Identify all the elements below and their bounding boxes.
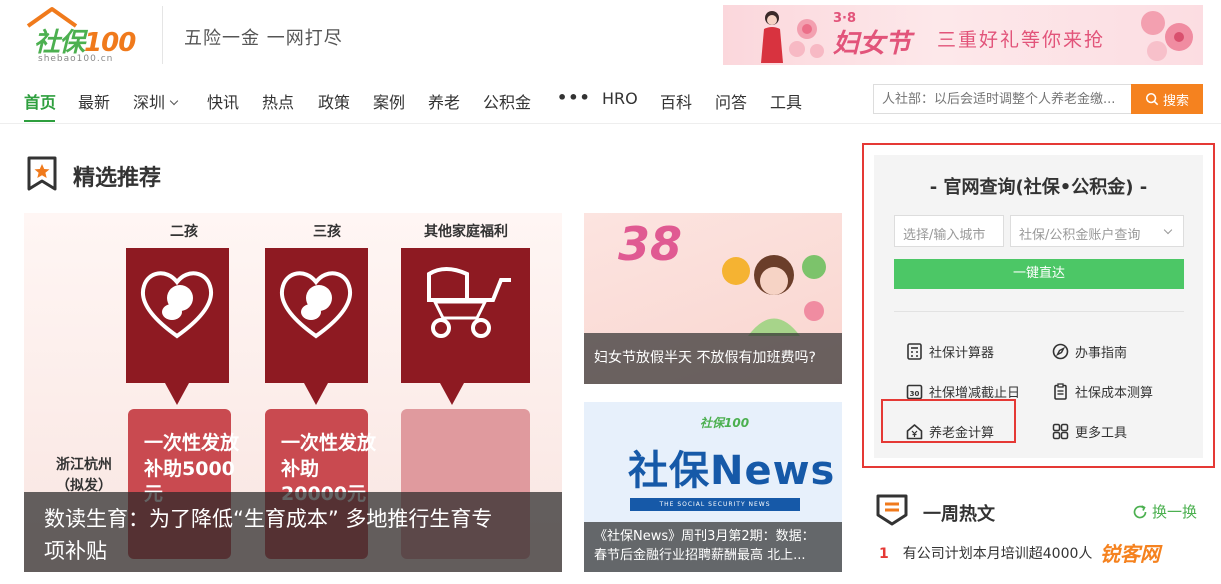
pension-calculator-highlight (881, 399, 1016, 443)
nav-item-flash[interactable]: 快讯 (207, 89, 239, 113)
site-logo[interactable]: 社保100 shebao100.cn (24, 6, 136, 64)
news-subtitle-bar: THE SOCIAL SECURITY NEWS (630, 498, 800, 511)
tool-cost-estimate[interactable]: 社保成本测算 (1052, 382, 1153, 401)
bookmark-star-icon (27, 156, 57, 191)
nav-item-city[interactable]: 深圳 (133, 89, 179, 113)
go-direct-button[interactable]: 一键直达 (894, 259, 1184, 289)
stroller-panel (401, 248, 530, 405)
nav-item-qa[interactable]: 问答 (715, 89, 747, 113)
compass-icon (1052, 343, 1069, 360)
nav-city-label: 深圳 (133, 93, 166, 112)
flower-icon (789, 19, 824, 58)
city-input[interactable]: 选择/输入城市 (894, 215, 1004, 247)
search-button-label: 搜索 (1162, 93, 1189, 109)
logo-domain: shebao100.cn (38, 54, 114, 64)
header: 社保100 shebao100.cn 五险一金 一网打尽 3·8 妇女节 三重好… (0, 0, 1221, 72)
section-title: 精选推荐 (73, 166, 162, 191)
stroller-icon (427, 267, 511, 338)
refresh-label: 换一换 (1152, 503, 1198, 521)
heart-baby-icon (279, 271, 353, 339)
refresh-icon (1133, 504, 1147, 518)
header-divider (162, 6, 163, 64)
nav-item-housing-fund[interactable]: 公积金 (483, 89, 531, 113)
card-title: 《社保News》周刊3月第2期：数据： 春节后金融行业招聘薪酬最高 北上... (584, 522, 842, 572)
account-select-label: 社保/公积金账户查询 (1019, 228, 1141, 243)
tool-service-guide[interactable]: 办事指南 (1052, 342, 1127, 361)
womens-day-banner[interactable]: 3·8 妇女节 三重好礼等你来抢 (723, 5, 1203, 65)
nav-item-wiki[interactable]: 百科 (660, 89, 692, 113)
hot-rank: 1 (879, 546, 889, 562)
search-icon (1145, 92, 1159, 106)
nav-item-hro[interactable]: HRO (602, 89, 638, 108)
hot-item-title: 有公司计划本月培训超4000人 (902, 546, 1093, 562)
nav-item-cases[interactable]: 案例 (373, 89, 405, 113)
article-card-womens-day[interactable]: 38 妇女节放假半天 不放假有加班费吗? (584, 213, 842, 384)
hot-article-icon (876, 494, 908, 526)
heart-baby-panel (265, 248, 368, 405)
search-button[interactable]: 搜索 (1131, 84, 1203, 114)
col-label-second-child: 二孩 (170, 224, 198, 240)
flower-cluster-icon (1141, 11, 1193, 61)
query-title: - 官网查询(社保•公积金) - (929, 177, 1148, 198)
nav-item-policy[interactable]: 政策 (318, 89, 350, 113)
card-title: 妇女节放假半天 不放假有加班费吗? (584, 333, 842, 384)
heart-baby-panel (126, 248, 229, 405)
card-badge-38: 38 (618, 217, 683, 271)
news-logo: 社保100 (700, 416, 750, 430)
site-slogan: 五险一金 一网打尽 (184, 28, 343, 49)
calendar-30-icon: 30 (906, 384, 923, 400)
woman-flowers-illustration-icon (722, 255, 826, 336)
news-masthead: 社保News (628, 448, 836, 494)
refresh-button[interactable]: 换一换 (1132, 501, 1197, 522)
nav-active-indicator (24, 120, 55, 122)
lady-illustration-icon (761, 11, 783, 63)
tool-more[interactable]: 更多工具 (1052, 422, 1127, 441)
tool-social-insurance-calculator[interactable]: 社保计算器 (906, 342, 994, 361)
search-box (873, 84, 1131, 114)
nav-item-home[interactable]: 首页 (24, 89, 56, 113)
article-card-news-weekly[interactable]: 社保100 社保News THE SOCIAL SECURITY NEWS 《社… (584, 402, 842, 572)
svg-text:30: 30 (910, 390, 920, 398)
clipboard-icon (1054, 383, 1067, 400)
chevron-down-icon (169, 96, 179, 106)
nav-more-icon[interactable]: ••• (557, 88, 591, 107)
heart-baby-icon (140, 271, 214, 339)
chevron-down-icon (1163, 225, 1173, 235)
featured-article-card[interactable]: 二孩 三孩 其他家庭福利 浙江杭州（拟发） 一次性发放补助5000元 一次性发放… (24, 213, 562, 572)
nav-item-hot[interactable]: 热点 (262, 89, 294, 113)
weekly-hot-title: 一周热文 (923, 504, 995, 525)
grid-icon (1052, 423, 1069, 440)
city-label: 浙江杭州 （拟发） (56, 457, 112, 494)
nav-item-tools[interactable]: 工具 (770, 89, 802, 113)
nav-item-pension[interactable]: 养老 (428, 89, 460, 113)
banner-subtitle: 三重好礼等你来抢 (937, 29, 1106, 51)
calculator-icon (907, 343, 922, 360)
col-label-third-child: 三孩 (313, 224, 341, 240)
banner-title: 妇女节 (833, 29, 912, 59)
featured-article-title: 数读生育：为了降低“生育成本” 多地推行生育专 项补贴 (24, 492, 562, 572)
search-input[interactable] (874, 85, 1131, 113)
account-type-select[interactable]: 社保/公积金账户查询 (1010, 215, 1184, 247)
watermark-logo: 锐客网 (1100, 542, 1160, 566)
nav-item-latest[interactable]: 最新 (78, 89, 110, 113)
col-label-family-welfare: 其他家庭福利 (424, 224, 508, 240)
panel-divider (894, 311, 1184, 312)
